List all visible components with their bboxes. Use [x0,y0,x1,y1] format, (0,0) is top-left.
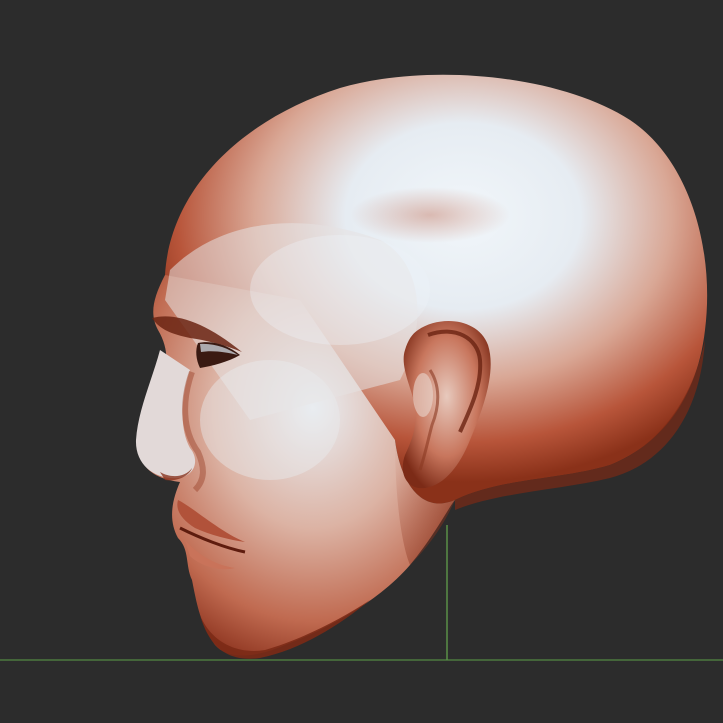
cheek-highlight [200,360,340,480]
head-sculpt-model[interactable] [135,74,708,659]
temple-highlight [250,235,430,345]
brow-glow [350,187,510,243]
3d-viewport[interactable] [0,0,723,723]
viewport-canvas[interactable] [0,0,723,723]
